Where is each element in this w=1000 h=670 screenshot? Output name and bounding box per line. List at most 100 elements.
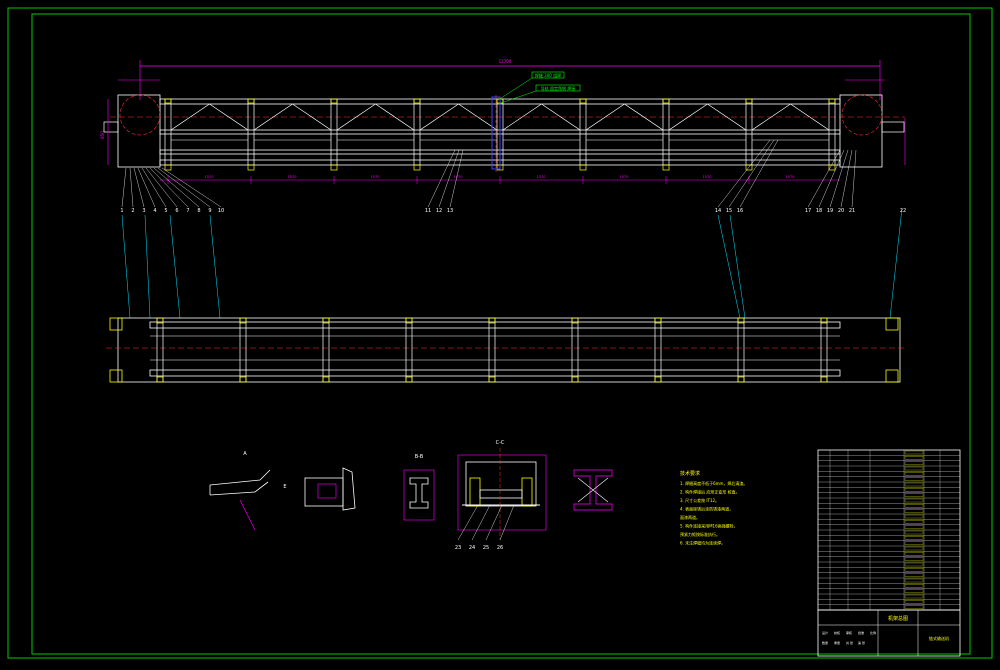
callout-number: 15 (726, 208, 732, 214)
callout-number: 25 (483, 545, 489, 551)
gusset-top (247, 98, 255, 104)
callout-number: 19 (827, 208, 833, 214)
note-line: 面漆两道。 (680, 514, 700, 520)
bom-cell-mark (904, 541, 924, 545)
footer-label: 校核 (834, 630, 840, 635)
note-line: 4. 表面除锈后涂防锈漆两道， (680, 506, 733, 512)
segment-dim-label: 1570 (205, 175, 214, 179)
footer-label: 重量 (834, 640, 840, 645)
drawing-title: 机架总图 (888, 615, 908, 622)
bom-cell-mark (904, 525, 924, 529)
gusset-bottom (828, 164, 836, 171)
callout-number: 10 (218, 208, 224, 214)
plate (322, 376, 330, 383)
segment-dim-label: 1570 (786, 175, 795, 179)
callout-number: 3 (142, 208, 145, 214)
bom-cell-mark (904, 573, 924, 577)
leader-line (209, 214, 221, 319)
plate (405, 376, 413, 383)
leader-line (121, 167, 127, 208)
balloon-callouts: 1 2 3 4 5 6 7 8 9 10 11 12 13 14 15 16 17 18 19 20 21 22 (120, 139, 906, 319)
diagonal-brace (668, 103, 708, 131)
plate (239, 376, 247, 383)
segment-dim-label: 1570 (288, 175, 297, 179)
vertical-post (828, 98, 836, 166)
plate (820, 376, 828, 383)
footer-label: 审核 (846, 630, 852, 635)
gusset-bottom (247, 164, 255, 171)
callout-number: 18 (816, 208, 822, 214)
diagonal-brace (751, 103, 791, 131)
note-tag-2-text: 导轨 固定角钢 焊接 (541, 85, 576, 91)
callout-number: 5 (164, 208, 167, 214)
gusset-top (662, 98, 670, 104)
diagonal-brace (209, 103, 249, 131)
footer-label: 设计 (822, 630, 828, 635)
leader-line (457, 504, 479, 541)
drawing-svg: 12700 1570 1570 1570 1570 1570 1570 1570 1 (7, 7, 993, 659)
section-label-cc: C-C (496, 440, 505, 446)
segment-dim-label: 1570 (371, 175, 380, 179)
leader-line (149, 167, 189, 208)
plate (156, 376, 164, 383)
callout-number: 9 (208, 208, 211, 214)
callout-number: 21 (849, 208, 855, 214)
leader-line (807, 149, 841, 208)
callout-number: 6 (175, 208, 178, 214)
vertical-post (247, 98, 255, 166)
callout-number: 8 (197, 208, 200, 214)
leader-line (144, 214, 151, 319)
leader-line (121, 214, 131, 319)
diagonal-brace (336, 103, 376, 131)
plate (654, 376, 662, 383)
note-line: 5. 构件连接采用M16高强螺栓， (680, 523, 738, 529)
leader-line (851, 149, 857, 208)
bom-cell-mark (904, 472, 924, 476)
leader-line (889, 207, 903, 319)
leader-line (427, 149, 456, 208)
plate (737, 376, 745, 383)
segment-dim-label: 1570 (454, 175, 463, 179)
detail-callouts: 23 24 25 26 (455, 504, 515, 551)
title-block: 机架总图 链式输送机 设计 校核 审核 批准 比例数量 重量 共 张第 张 (817, 449, 961, 657)
callout-number: 13 (447, 208, 453, 214)
gusset-bottom (745, 164, 753, 171)
section-label-bb: B-B (415, 454, 424, 460)
elevation-view: 12700 1570 1570 1570 1570 1570 1570 1570 1 (100, 59, 906, 319)
segment-dim-label: 1570 (703, 175, 712, 179)
leader-line (169, 214, 181, 319)
vertical-post (662, 98, 670, 166)
leader-line (145, 167, 178, 208)
bom-cell-mark (904, 514, 924, 519)
leader-line (499, 504, 515, 541)
diagonal-brace (292, 103, 332, 131)
callout-number: 2 (131, 208, 134, 214)
gusset-top (330, 98, 338, 104)
leader-line (729, 214, 746, 319)
leader-line (717, 214, 741, 319)
callout-number: 14 (715, 208, 721, 214)
section-label-e: E (283, 484, 286, 490)
bom-cell-mark (904, 584, 924, 588)
bom-cell-mark (904, 450, 924, 455)
note-line: 2. 构件焊接后 应矫正变形 校直。 (680, 489, 740, 495)
leader-line (133, 167, 145, 208)
segment-dim-label: 1570 (620, 175, 629, 179)
footer-label: 数量 (822, 640, 828, 645)
gusset-top (413, 98, 421, 104)
bom-cell-mark (904, 466, 924, 471)
gusset-top (828, 98, 836, 104)
bom-cell-mark (904, 605, 924, 609)
bom-cell-mark (904, 456, 924, 460)
leader-line (129, 167, 134, 208)
technical-notes: 技术要求 1. 焊缝高度不低于6mm，焊后清渣。 2. 构件焊接后 应矫正变形 校… (680, 470, 747, 546)
vertical-post (745, 98, 753, 166)
footer-label: 共 张 (846, 640, 853, 645)
gusset-top (579, 98, 587, 104)
plate (488, 376, 496, 383)
bom-cell-mark (904, 530, 924, 535)
leader-line (485, 504, 503, 541)
bom-cell-mark (904, 594, 924, 599)
section-label-a: A (243, 451, 247, 457)
bom-cell-mark (904, 546, 924, 551)
